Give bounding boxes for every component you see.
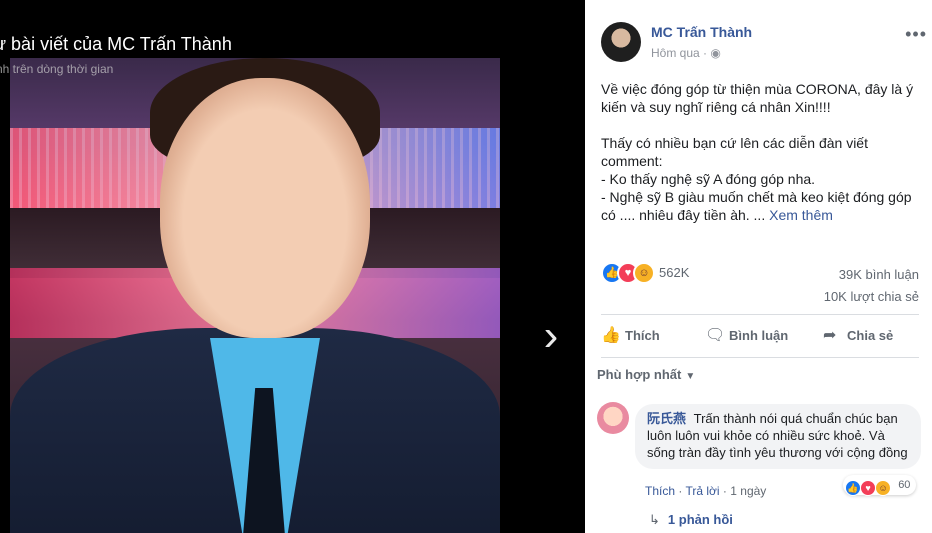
caret-down-icon: ▼ [685, 371, 696, 382]
comment-sort-dropdown[interactable]: Phù hợp nhất ▼ [597, 367, 695, 382]
view-replies-link[interactable]: ↳ 1 phản hồi [649, 512, 733, 528]
love-reaction-icon: ♥ [860, 480, 877, 496]
globe-icon: ◉ [710, 46, 721, 60]
viewer-title: ừ bài viết của MC Trấn Thành [0, 34, 232, 54]
avatar[interactable] [601, 22, 641, 62]
post-photo[interactable] [10, 58, 500, 533]
comment-text: Trấn thành nói quá chuẩn chúc bạn luôn l… [647, 411, 908, 460]
post-actions: 👍 Thích 🗨 Bình luận ➦ Chia sẻ [601, 314, 919, 358]
post-meta: Hôm qua · ◉ [651, 46, 721, 60]
post-line: - Ko thấy nghệ sỹ A đóng góp nha. [601, 171, 816, 187]
comments-count[interactable]: 39K bình luận [839, 267, 919, 282]
like-reaction-icon: 👍 [845, 480, 861, 496]
haha-reaction-icon: ☺ [875, 480, 892, 496]
comment-reaction-count: 60 [898, 479, 911, 491]
share-icon: ➦ [823, 327, 837, 344]
commenter-name[interactable]: 阮氏燕 [647, 411, 686, 426]
comment-button[interactable]: 🗨 Bình luận [705, 315, 788, 357]
comment-icon: 🗨 [705, 327, 726, 344]
share-label: Chia sẻ [847, 328, 894, 343]
post-text: Về việc đóng góp từ thiện mùa CORONA, đâ… [601, 80, 919, 242]
comment-bubble: 阮氏燕 Trấn thành nói quá chuẩn chúc bạn lu… [635, 404, 921, 469]
reply-arrow-icon: ↳ [649, 512, 660, 527]
comment-label: Bình luận [729, 328, 789, 343]
comment-reactions[interactable]: 👍 ♥ ☺ 60 [843, 475, 917, 496]
post-panel: MC Trấn Thành Hôm qua · ◉ ••• Về việc đó… [585, 0, 932, 533]
see-more-link[interactable]: Xem thêm [769, 207, 833, 223]
thumbs-up-icon: 👍 [601, 327, 621, 344]
photo-viewer: ừ bài viết của MC Trấn Thành nh trên dòn… [0, 0, 585, 533]
commenter-avatar[interactable] [597, 402, 629, 434]
reactions-bar: 👍 ♥ ☺ 562K 39K bình luận 10K lượt chia s… [601, 262, 919, 308]
haha-reaction-icon[interactable]: ☺ [633, 262, 655, 284]
replies-label: 1 phản hồi [667, 512, 733, 527]
post-line: Thấy có nhiều bạn cứ lên các diễn đàn vi… [601, 135, 868, 169]
comment-time[interactable]: 1 ngày [730, 484, 766, 498]
comment-actions: Thích · Trả lời · 1 ngày [645, 484, 766, 498]
reaction-count[interactable]: 562K [659, 265, 689, 280]
comment-like-link[interactable]: Thích [645, 484, 675, 498]
comment-reply-link[interactable]: Trả lời [685, 484, 719, 498]
share-button[interactable]: ➦ Chia sẻ [823, 315, 893, 357]
viewer-subtitle: nh trên dòng thời gian [0, 62, 114, 76]
face [160, 78, 370, 338]
sort-label: Phù hợp nhất [597, 367, 682, 382]
post-line: - Nghệ sỹ B giàu muốn chết mà keo kiệt đ… [601, 189, 912, 223]
post-time[interactable]: Hôm qua [651, 46, 700, 60]
like-label: Thích [625, 328, 660, 343]
post-paragraph-2: Thấy có nhiều bạn cứ lên các diễn đàn vi… [601, 134, 919, 224]
more-options-icon[interactable]: ••• [905, 24, 927, 45]
post-paragraph-1: Về việc đóng góp từ thiện mùa CORONA, đâ… [601, 81, 914, 115]
chevron-right-icon[interactable]: › [536, 312, 566, 360]
author-name[interactable]: MC Trấn Thành [651, 24, 752, 40]
shares-count[interactable]: 10K lượt chia sẻ [824, 289, 919, 304]
post-header: MC Trấn Thành Hôm qua · ◉ ••• [601, 16, 926, 64]
like-button[interactable]: 👍 Thích [601, 315, 660, 357]
